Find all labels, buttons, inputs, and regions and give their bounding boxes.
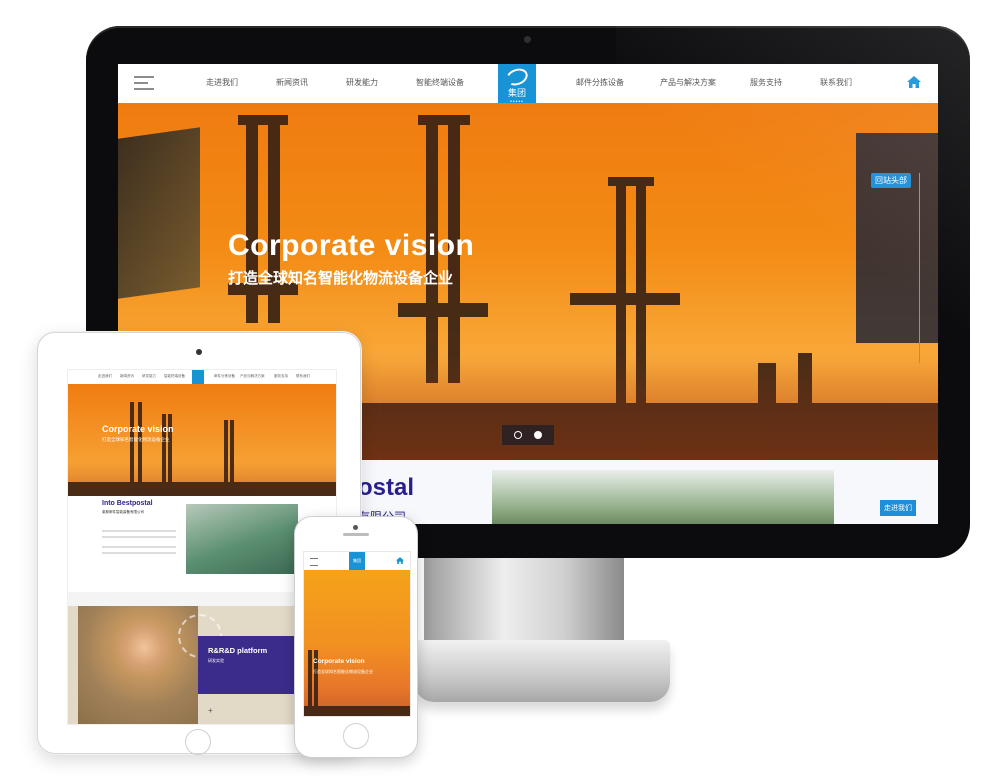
monitor-stand-base (414, 640, 670, 702)
intro-heading: ostal (358, 474, 415, 501)
tablet-nav-item[interactable]: 产品与解决方案 (240, 374, 265, 379)
rd-panel: R&R&D platform 研发实验 (198, 636, 296, 694)
tablet-nav-item[interactable]: 服务支持 (274, 374, 288, 379)
phone-hero-subtitle: 打造全球知名智能化物流设备企业 (313, 669, 373, 674)
hero-subtitle: 打造全球知名智能化物流设备企业 (228, 270, 454, 287)
brand-logo[interactable]: 集团 ••••• (498, 64, 536, 105)
phone-hero: Corporate vision 打造全球知名智能化物流设备企业 (304, 570, 410, 716)
slider-pagination (502, 425, 554, 445)
menu-icon[interactable] (134, 76, 154, 90)
nav-item-news[interactable]: 新闻资讯 (276, 77, 308, 88)
tablet-camera (196, 349, 202, 355)
tablet-nav-item[interactable]: 联系我们 (296, 374, 310, 379)
slide-dot-1[interactable] (514, 431, 522, 439)
side-image-right (856, 133, 938, 343)
tablet-nav-item[interactable]: 新闻资讯 (120, 374, 134, 379)
phone-hero-title: Corporate vision (313, 658, 365, 665)
text-placeholder-line (102, 530, 176, 532)
phone-logo[interactable]: 集团 (349, 552, 365, 570)
rd-subheading: 研发实验 (208, 658, 224, 663)
slide-dot-2[interactable] (534, 431, 542, 439)
logo-mark-icon (503, 65, 531, 89)
phone-crane-silhouette (304, 650, 410, 716)
phone-menu-icon[interactable] (310, 558, 318, 566)
back-to-top-tag[interactable]: 回站头部 (871, 173, 911, 188)
phone-device: 集团 Corporate vision 打造全球知名智能化物流设备企业 (294, 516, 418, 758)
logo-text: 集团 (507, 88, 526, 98)
text-placeholder-line (102, 552, 176, 554)
tablet-hero: Corporate vision 打造全球知名智能化物流设备企业 (68, 384, 336, 496)
tablet-nav: 走进我们 新闻资讯 研发能力 智能终端设备 邮件分拣设备 产品与解决方案 服务支… (68, 370, 336, 384)
tablet-intro-heading: Into Bestpostal (102, 500, 153, 507)
phone-screen: 集团 Corporate vision 打造全球知名智能化物流设备企业 (303, 551, 411, 717)
tablet-campus-image (186, 504, 298, 574)
tablet-home-button[interactable] (185, 729, 211, 755)
text-placeholder-line (102, 536, 176, 538)
text-placeholder-line (102, 546, 176, 548)
nav-item-sorting[interactable]: 邮件分拣设备 (576, 77, 624, 88)
tablet-nav-item[interactable]: 走进我们 (98, 374, 112, 379)
rd-heading: R&R&D platform (208, 646, 268, 655)
phone-camera (353, 525, 358, 530)
tablet-hero-subtitle: 打造全球知名智能化物流设备企业 (102, 437, 170, 442)
phone-home-icon[interactable] (396, 557, 404, 564)
monitor-stand-neck (424, 558, 624, 650)
nav-item-terminals[interactable]: 智能终端设备 (416, 77, 464, 88)
campus-aerial-image (492, 470, 834, 524)
tablet-nav-item[interactable]: 邮件分拣设备 (214, 374, 235, 379)
engineer-photo (78, 606, 198, 724)
about-us-button[interactable]: 走进我们 (880, 500, 916, 516)
nav-item-solutions[interactable]: 产品与解决方案 (660, 77, 716, 88)
tablet-hero-title: Corporate vision (102, 424, 174, 434)
home-icon[interactable] (907, 76, 921, 88)
phone-speaker (343, 533, 369, 536)
phone-nav: 集团 (304, 552, 410, 570)
phone-home-button[interactable] (343, 723, 369, 749)
expand-plus-icon[interactable]: + (208, 706, 213, 715)
nav-item-about[interactable]: 走进我们 (206, 77, 238, 88)
top-nav: 走进我们 新闻资讯 研发能力 智能终端设备 集团 ••••• 邮件分拣设备 产品… (118, 64, 938, 105)
tablet-logo[interactable] (192, 370, 204, 384)
nav-item-rd[interactable]: 研发能力 (346, 77, 378, 88)
hero-title: Corporate vision (228, 229, 475, 262)
webcam (524, 36, 531, 43)
timeline-line (919, 173, 920, 363)
nav-item-contact[interactable]: 联系我们 (820, 77, 852, 88)
nav-item-service[interactable]: 服务支持 (750, 77, 782, 88)
tablet-nav-item[interactable]: 研发能力 (142, 374, 156, 379)
tablet-intro-subheading: 莱斯邮件智能装备有限公司 (102, 510, 144, 514)
tablet-nav-item[interactable]: 智能终端设备 (164, 374, 185, 379)
